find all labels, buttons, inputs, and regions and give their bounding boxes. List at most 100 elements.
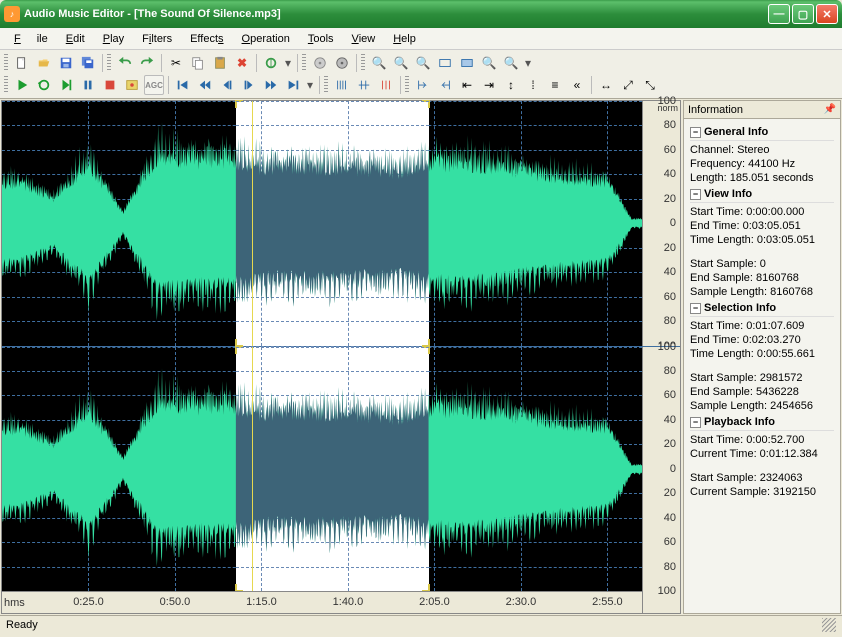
marker-1-button[interactable] — [332, 75, 352, 95]
collapse-icon[interactable]: − — [690, 417, 701, 428]
sel-tool-5-button[interactable]: ≡ — [545, 75, 565, 95]
zoom-button[interactable]: 🔍 — [369, 53, 389, 73]
open-file-button[interactable] — [34, 53, 54, 73]
marker-3-button[interactable] — [376, 75, 396, 95]
info-view-esample: End Sample: 8160768 — [690, 271, 834, 285]
menu-tools[interactable]: Tools — [300, 31, 342, 47]
agc-button[interactable]: AGC — [144, 75, 164, 95]
info-view-len: Time Length: 0:03:05.051 — [690, 233, 834, 247]
waveform-editor[interactable]: norm10080604020020406080100 100806040200… — [1, 100, 681, 614]
toolbar-grip[interactable] — [4, 54, 8, 72]
collapse-icon[interactable]: − — [690, 127, 701, 138]
stop-button[interactable] — [100, 75, 120, 95]
info-panel-title: Information — [688, 104, 743, 116]
info-channel: Channel: Stereo — [690, 143, 834, 157]
client-area: norm10080604020020406080100 100806040200… — [0, 99, 842, 615]
collapse-icon[interactable]: − — [690, 303, 701, 314]
menu-filters[interactable]: Filters — [134, 31, 180, 47]
collapse-icon[interactable]: − — [690, 189, 701, 200]
menu-operation[interactable]: Operation — [234, 31, 298, 47]
play-button[interactable] — [12, 75, 32, 95]
menu-file[interactable]: File — [6, 31, 56, 47]
info-pb-start: Start Time: 0:00:52.700 — [690, 433, 834, 447]
toolbar-grip[interactable] — [107, 54, 111, 72]
menu-help[interactable]: Help — [385, 31, 424, 47]
sel-expand-h-button[interactable]: ↔ — [596, 75, 616, 95]
step-fwd-button[interactable] — [239, 75, 259, 95]
cd-2-button[interactable] — [332, 53, 352, 73]
info-view-start: Start Time: 0:00:00.000 — [690, 205, 834, 219]
toolbar-grip[interactable] — [324, 76, 328, 94]
sel-end-button[interactable] — [435, 75, 455, 95]
zoom-in-button[interactable]: 🔍 — [391, 53, 411, 73]
loop-button[interactable] — [34, 75, 54, 95]
go-start-button[interactable] — [173, 75, 193, 95]
step-back-button[interactable] — [217, 75, 237, 95]
undo-button[interactable] — [115, 53, 135, 73]
save-button[interactable] — [56, 53, 76, 73]
toolbar-grip[interactable] — [302, 54, 306, 72]
sel-tool-2-button[interactable]: ⇥ — [479, 75, 499, 95]
app-icon: ♪ — [4, 6, 20, 22]
menu-edit[interactable]: Edit — [58, 31, 93, 47]
section-view[interactable]: −View Info — [690, 185, 834, 203]
menu-view[interactable]: View — [344, 31, 384, 47]
toolbar-grip[interactable] — [405, 76, 409, 94]
info-panel-header: Information 📌 — [684, 101, 840, 119]
dropdown-icon[interactable]: ▾ — [283, 53, 293, 73]
waveform-channel-right[interactable]: 10080604020020406080100 — [2, 347, 680, 592]
toolbar-area: ✂ ✖ ▾ 🔍 🔍 🔍 🔍 🔍 ▾ AGC — [0, 50, 842, 99]
section-selection[interactable]: −Selection Info — [690, 299, 834, 317]
toolbar-grip[interactable] — [361, 54, 365, 72]
info-sel-ssample: Start Sample: 2981572 — [690, 371, 834, 385]
mix-button[interactable] — [261, 53, 281, 73]
delete-button[interactable]: ✖ — [232, 53, 252, 73]
timeline-unit-label: hms — [4, 597, 25, 609]
timeline-ruler[interactable]: hms 0:25.00:50.01:15.01:40.02:05.02:30.0… — [2, 591, 642, 613]
resize-grip[interactable] — [822, 618, 836, 632]
zoom-fit-button[interactable] — [435, 53, 455, 73]
info-sel-esample: End Sample: 5436228 — [690, 385, 834, 399]
marker-2-button[interactable] — [354, 75, 374, 95]
sel-start-button[interactable] — [413, 75, 433, 95]
save-all-button[interactable] — [78, 53, 98, 73]
sel-tool-4-button[interactable]: ⁞ — [523, 75, 543, 95]
zoom-out-button[interactable]: 🔍 — [413, 53, 433, 73]
record-button[interactable] — [122, 75, 142, 95]
minimize-button[interactable]: — — [768, 4, 790, 24]
sel-tool-6-button[interactable]: « — [567, 75, 587, 95]
zoom-sel-button[interactable] — [457, 53, 477, 73]
zoom-v-out-button[interactable]: 🔍 — [501, 53, 521, 73]
menu-effects[interactable]: Effects — [182, 31, 231, 47]
sel-expand-out-button[interactable]: ⤢ — [618, 75, 638, 95]
toolbar-grip[interactable] — [4, 76, 8, 94]
cd-button[interactable] — [310, 53, 330, 73]
new-file-button[interactable] — [12, 53, 32, 73]
close-button[interactable]: ✕ — [816, 4, 838, 24]
sel-tool-1-button[interactable]: ⇤ — [457, 75, 477, 95]
section-playback[interactable]: −Playback Info — [690, 413, 834, 431]
waveform-channel-left[interactable]: norm10080604020020406080100 — [2, 101, 680, 347]
go-end-button[interactable] — [283, 75, 303, 95]
status-text: Ready — [6, 619, 38, 631]
section-general[interactable]: −General Info — [690, 123, 834, 141]
dropdown-icon[interactable]: ▾ — [523, 53, 533, 73]
play-sel-button[interactable] — [56, 75, 76, 95]
info-view-ssample: Start Sample: 0 — [690, 257, 834, 271]
fforward-button[interactable] — [261, 75, 281, 95]
menu-play[interactable]: Play — [95, 31, 132, 47]
sel-tool-3-button[interactable]: ↕ — [501, 75, 521, 95]
rewind-button[interactable] — [195, 75, 215, 95]
maximize-button[interactable]: ▢ — [792, 4, 814, 24]
cut-button[interactable]: ✂ — [166, 53, 186, 73]
pause-button[interactable] — [78, 75, 98, 95]
redo-button[interactable] — [137, 53, 157, 73]
info-view-end: End Time: 0:03:05.051 — [690, 219, 834, 233]
copy-button[interactable] — [188, 53, 208, 73]
pin-icon[interactable]: 📌 — [824, 104, 836, 115]
info-sel-len: Time Length: 0:00:55.661 — [690, 347, 834, 361]
dropdown-icon[interactable]: ▾ — [305, 75, 315, 95]
paste-button[interactable] — [210, 53, 230, 73]
sel-expand-in-button[interactable]: ⤡ — [640, 75, 660, 95]
zoom-v-in-button[interactable]: 🔍 — [479, 53, 499, 73]
